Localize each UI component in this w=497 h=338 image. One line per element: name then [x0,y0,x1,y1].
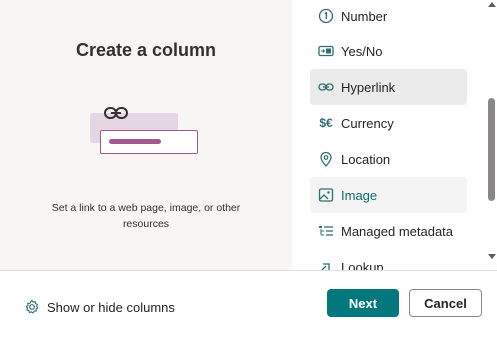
column-type-label: Number [341,8,388,24]
illustration-text-bar [109,139,161,144]
hyperlink-illustration [88,100,200,156]
column-type-lookup[interactable]: Lookup [310,249,467,270]
column-type-label: Image [341,187,378,203]
preview-pane: Create a column Set a link to a web page… [0,0,292,270]
column-type-number[interactable]: Number [310,0,467,34]
panel-description: Set a link to a web page, image, or othe… [51,202,241,230]
create-column-panel: Create a column Set a link to a web page… [0,0,497,270]
managed-metadata-icon [318,223,334,239]
column-type-location[interactable]: Location [310,141,467,177]
column-type-currency[interactable]: $€ Currency [310,105,467,141]
column-list-scrollbar[interactable] [486,0,497,270]
column-type-label: Yes/No [341,43,383,59]
column-type-list: Number Yes/No Hyperlink $€ Currency Loca… [292,0,497,270]
image-icon [318,187,334,203]
illustration-input-field [100,130,198,154]
cancel-button[interactable]: Cancel [409,289,482,317]
scroll-up-arrow-icon[interactable] [488,2,496,7]
column-type-managed-metadata[interactable]: Managed metadata [310,213,467,249]
dialog-footer: Show or hide columns Next Cancel [0,270,497,338]
column-type-label: Lookup [341,259,384,271]
location-pin-icon [318,151,334,167]
column-type-label: Currency [341,115,394,131]
column-type-yes-no[interactable]: Yes/No [310,33,467,69]
link-icon [318,79,334,95]
currency-icon: $€ [319,116,333,130]
panel-title: Create a column [75,40,217,60]
show-hide-columns-label: Show or hide columns [47,299,175,315]
scrollbar-thumb[interactable] [488,98,495,201]
column-type-label: Location [341,151,391,167]
next-button[interactable]: Next [327,289,399,317]
column-type-hyperlink[interactable]: Hyperlink [310,69,467,105]
column-type-label: Hyperlink [341,79,396,95]
number-circle-icon [318,8,334,24]
lookup-icon [318,259,334,270]
column-type-label: Managed metadata [341,223,454,239]
show-hide-columns-link[interactable]: Show or hide columns [24,299,175,315]
scroll-down-arrow-icon[interactable] [488,254,496,259]
gear-icon [25,299,39,314]
column-type-image[interactable]: Image [310,177,467,213]
link-icon [104,107,128,119]
toggle-icon [318,43,334,59]
